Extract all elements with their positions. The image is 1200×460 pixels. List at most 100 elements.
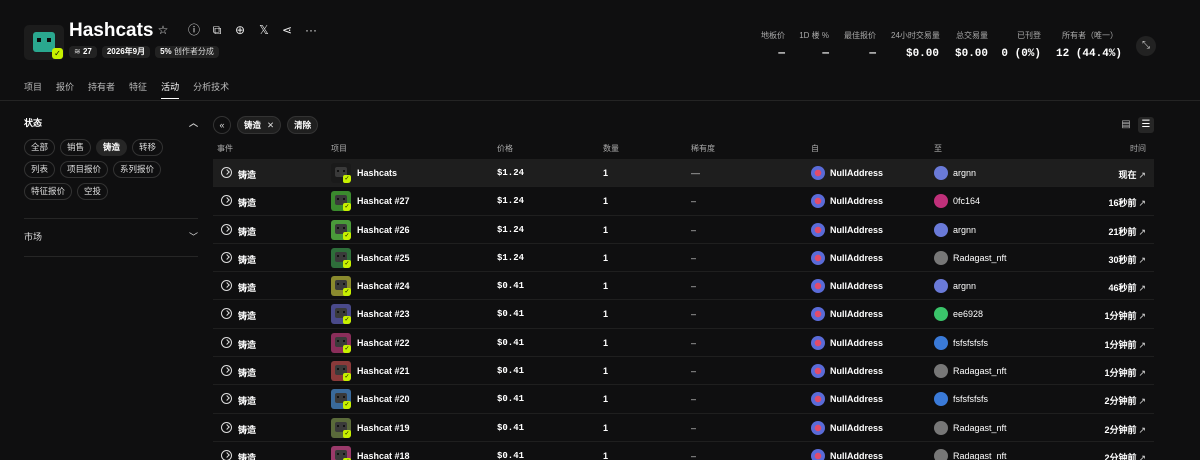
event-time[interactable]: 30秒前 ↗ [1108, 253, 1146, 266]
table-row[interactable]: 铸造 ✓ Hashcat #18 $0.41 1 – NullAddress Radagast… [213, 442, 1154, 460]
item-thumbnail[interactable]: ✓ [331, 163, 351, 183]
x-icon[interactable]: 𝕏 [257, 23, 271, 37]
event-time[interactable]: 21秒前 ↗ [1108, 225, 1146, 238]
tab-holders[interactable]: 持有者 [88, 80, 115, 99]
event-time[interactable]: 16秒前 ↗ [1108, 196, 1146, 209]
table-row[interactable]: 铸造 ✓ Hashcat #25 $1.24 1 – NullAddress Radagast… [213, 244, 1154, 273]
from-address[interactable]: NullAddress [830, 225, 883, 235]
from-address[interactable]: NullAddress [830, 168, 883, 178]
to-address[interactable]: Radagast_nft [953, 451, 1007, 460]
item-name[interactable]: Hashcat #27 [357, 196, 410, 206]
from-address[interactable]: NullAddress [830, 196, 883, 206]
pill-collection-offers[interactable]: 系列报价 [113, 161, 162, 178]
item-thumbnail[interactable]: ✓ [331, 191, 351, 212]
active-filter-chip[interactable]: 铸造 ✕ [237, 116, 282, 134]
tab-analytics[interactable]: 分析技术 [193, 80, 229, 99]
to-address[interactable]: Radagast_nft [953, 253, 1007, 263]
tab-items[interactable]: 项目 [24, 80, 42, 99]
item-thumbnail[interactable]: ✓ [331, 445, 351, 460]
event-time[interactable]: 2分钟前 ↗ [1104, 423, 1146, 436]
to-address[interactable]: Radagast_nft [953, 366, 1007, 376]
tab-offers[interactable]: 报价 [56, 80, 74, 99]
from-address[interactable]: NullAddress [830, 281, 883, 291]
pill-listings[interactable]: 列表 [24, 161, 56, 178]
to-address[interactable]: 0fc164 [953, 196, 980, 206]
to-address[interactable]: argnn [953, 225, 976, 235]
list-view-icon[interactable]: ☰ [1138, 117, 1154, 133]
time-label: 30秒前 [1108, 254, 1137, 265]
more-icon[interactable]: ··· [304, 23, 318, 37]
item-thumbnail[interactable]: ✓ [331, 389, 351, 410]
info-icon[interactable]: ⓘ [187, 23, 201, 37]
event-time[interactable]: 1分钟前 ↗ [1104, 338, 1146, 351]
item-thumbnail[interactable]: ✓ [331, 361, 351, 382]
pill-mint[interactable]: 铸造 [96, 139, 128, 156]
item-thumbnail[interactable]: ✓ [331, 247, 351, 268]
close-icon[interactable]: ✕ [267, 120, 274, 130]
table-row[interactable]: 铸造 ✓ Hashcats $1.24 1 — NullAddress argnn 现在 ↗ [213, 159, 1154, 188]
clear-filters-button[interactable]: 清除 [287, 116, 319, 134]
table-row[interactable]: 铸造 ✓ Hashcat #27 $1.24 1 – NullAddress 0fc164 16… [213, 187, 1154, 216]
item-name[interactable]: Hashcat #22 [357, 338, 410, 348]
event-time[interactable]: 1分钟前 ↗ [1104, 366, 1146, 379]
event-time[interactable]: 2分钟前 ↗ [1104, 451, 1146, 460]
item-thumbnail[interactable]: ✓ [331, 304, 351, 325]
item-name[interactable]: Hashcat #21 [357, 366, 410, 376]
table-row[interactable]: 铸造 ✓ Hashcat #26 $1.24 1 – NullAddress argnn 21秒… [213, 216, 1154, 244]
table-row[interactable]: 铸造 ✓ Hashcat #23 $0.41 1 – NullAddress ee6928 1分… [213, 300, 1154, 329]
from-address[interactable]: NullAddress [830, 338, 883, 348]
collapse-header-button[interactable]: ⤡ [1136, 36, 1156, 56]
star-icon[interactable]: ☆ [156, 23, 170, 37]
pill-transfer[interactable]: 转移 [132, 139, 164, 156]
table-row[interactable]: 铸造 ✓ Hashcat #19 $0.41 1 – NullAddress Radagast… [213, 414, 1154, 442]
pill-all[interactable]: 全部 [24, 139, 56, 156]
from-address[interactable]: NullAddress [830, 451, 883, 460]
from-address[interactable]: NullAddress [830, 394, 883, 404]
from-address[interactable]: NullAddress [830, 366, 883, 376]
event-time[interactable]: 现在 ↗ [1118, 168, 1146, 181]
table-row[interactable]: 铸造 ✓ Hashcat #21 $0.41 1 – NullAddress Radagast… [213, 357, 1154, 386]
item-name[interactable]: Hashcat #26 [357, 225, 410, 235]
pill-sales[interactable]: 销售 [60, 139, 92, 156]
from-address[interactable]: NullAddress [830, 253, 883, 263]
event-time[interactable]: 1分钟前 ↗ [1104, 309, 1146, 322]
pill-trait-offers[interactable]: 特征报价 [24, 183, 73, 200]
item-thumbnail[interactable]: ✓ [331, 219, 351, 240]
globe-icon[interactable]: ⊕ [233, 23, 247, 37]
tab-activity[interactable]: 活动 [161, 80, 180, 99]
item-quantity: 1 [603, 281, 609, 292]
event-time[interactable]: 2分钟前 ↗ [1104, 394, 1146, 407]
table-row[interactable]: 铸造 ✓ Hashcat #20 $0.41 1 – NullAddress fsfsfsfs… [213, 385, 1154, 414]
status-section-toggle[interactable]: 状态 ︿ [24, 112, 198, 132]
item-name[interactable]: Hashcat #19 [357, 423, 410, 433]
from-address[interactable]: NullAddress [830, 423, 883, 433]
pill-item-offers[interactable]: 项目报价 [60, 161, 109, 178]
item-name[interactable]: Hashcat #18 [357, 451, 410, 460]
to-address[interactable]: fsfsfsfsfs [953, 394, 988, 404]
item-thumbnail[interactable]: ✓ [331, 417, 351, 438]
to-address[interactable]: Radagast_nft [953, 423, 1007, 433]
from-address[interactable]: NullAddress [830, 309, 883, 319]
compact-list-icon[interactable]: ▤ [1118, 117, 1134, 133]
share-icon[interactable]: ⋖ [280, 23, 294, 37]
item-thumbnail[interactable]: ✓ [331, 332, 351, 353]
item-thumbnail[interactable]: ✓ [331, 276, 351, 297]
to-address[interactable]: ee6928 [953, 309, 983, 319]
table-row[interactable]: 铸造 ✓ Hashcat #22 $0.41 1 – NullAddress fsfsfsfs… [213, 329, 1154, 358]
table-row[interactable]: 铸造 ✓ Hashcat #24 $0.41 1 – NullAddress argnn 46秒… [213, 272, 1154, 301]
to-address[interactable]: argnn [953, 281, 976, 291]
item-name[interactable]: Hashcat #23 [357, 309, 410, 319]
pill-airdrop[interactable]: 空投 [77, 183, 109, 200]
to-address[interactable]: argnn [953, 168, 976, 178]
copy-icon[interactable]: ⧉ [210, 23, 224, 37]
market-section-toggle[interactable]: 市场 ﹀ [24, 230, 198, 243]
item-name[interactable]: Hashcat #20 [357, 394, 410, 404]
item-name[interactable]: Hashcat #24 [357, 281, 410, 291]
item-name[interactable]: Hashcats [357, 168, 397, 178]
item-name[interactable]: Hashcat #25 [357, 253, 410, 263]
event-time[interactable]: 46秒前 ↗ [1108, 281, 1146, 294]
collapse-sidebar-button[interactable]: « [213, 116, 231, 134]
tab-traits[interactable]: 特征 [129, 80, 147, 99]
to-avatar [934, 448, 948, 460]
to-address[interactable]: fsfsfsfsfs [953, 338, 988, 348]
